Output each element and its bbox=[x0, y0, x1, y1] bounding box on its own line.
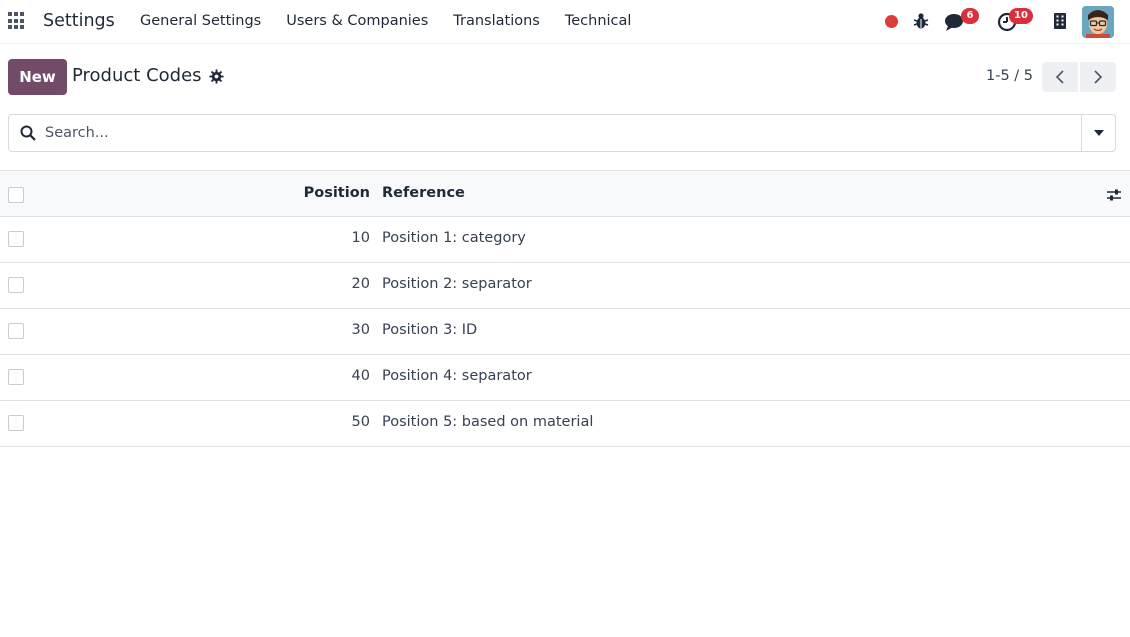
debug-bug-icon[interactable] bbox=[913, 12, 929, 30]
menu-translations[interactable]: Translations bbox=[453, 13, 540, 29]
main-menu: General Settings Users & Companies Trans… bbox=[140, 13, 656, 29]
cell-position: 50 bbox=[351, 414, 370, 430]
company-building-icon[interactable] bbox=[1053, 12, 1067, 30]
menu-users-companies[interactable]: Users & Companies bbox=[286, 13, 428, 29]
pager-value[interactable]: 1-5 / 5 bbox=[986, 68, 1033, 84]
table-row[interactable]: 40 Position 4: separator bbox=[0, 355, 1130, 401]
pager-next-button[interactable] bbox=[1080, 62, 1116, 92]
select-all-checkbox[interactable] bbox=[8, 187, 24, 203]
chevron-left-icon bbox=[1055, 70, 1064, 84]
app-brand[interactable]: Settings bbox=[43, 11, 115, 31]
page-title[interactable]: Product Codes bbox=[72, 65, 202, 86]
cell-reference: Position 1: category bbox=[382, 230, 526, 246]
recording-dot-icon[interactable] bbox=[885, 15, 898, 28]
table-row[interactable]: 30 Position 3: ID bbox=[0, 309, 1130, 355]
caret-down-icon bbox=[1093, 130, 1104, 136]
column-header-reference[interactable]: Reference bbox=[382, 185, 465, 201]
search-input[interactable] bbox=[45, 122, 1075, 144]
search-icon bbox=[20, 125, 36, 141]
cell-position: 30 bbox=[351, 322, 370, 338]
column-header-position[interactable]: Position bbox=[304, 185, 370, 201]
new-button[interactable]: New bbox=[8, 59, 67, 95]
table-row[interactable]: 10 Position 1: category bbox=[0, 217, 1130, 263]
row-checkbox[interactable] bbox=[8, 415, 24, 431]
table-header: Position Reference bbox=[0, 170, 1130, 217]
row-checkbox[interactable] bbox=[8, 277, 24, 293]
table-row[interactable]: 20 Position 2: separator bbox=[0, 263, 1130, 309]
table-row[interactable]: 50 Position 5: based on material bbox=[0, 401, 1130, 447]
gear-icon[interactable] bbox=[209, 69, 224, 84]
cell-reference: Position 3: ID bbox=[382, 322, 478, 338]
search-options-toggle[interactable] bbox=[1081, 115, 1115, 151]
menu-general-settings[interactable]: General Settings bbox=[140, 13, 261, 29]
pager-previous-button[interactable] bbox=[1042, 62, 1078, 92]
chevron-right-icon bbox=[1094, 70, 1103, 84]
cell-position: 10 bbox=[351, 230, 370, 246]
messages-count-badge: 6 bbox=[961, 8, 979, 24]
menu-technical[interactable]: Technical bbox=[565, 13, 632, 29]
row-checkbox[interactable] bbox=[8, 369, 24, 385]
list-table: Position Reference 10 Position 1: catego… bbox=[0, 170, 1130, 447]
cell-position: 40 bbox=[351, 368, 370, 384]
cell-reference: Position 5: based on material bbox=[382, 414, 594, 430]
optional-columns-sliders-icon[interactable] bbox=[1106, 187, 1122, 203]
user-avatar[interactable] bbox=[1082, 6, 1114, 38]
cell-position: 20 bbox=[351, 276, 370, 292]
cell-reference: Position 2: separator bbox=[382, 276, 532, 292]
activity-count-badge: 10 bbox=[1009, 8, 1033, 24]
row-checkbox[interactable] bbox=[8, 323, 24, 339]
search-bar bbox=[8, 114, 1116, 152]
apps-menu-icon[interactable] bbox=[8, 12, 26, 30]
cell-reference: Position 4: separator bbox=[382, 368, 532, 384]
row-checkbox[interactable] bbox=[8, 231, 24, 247]
